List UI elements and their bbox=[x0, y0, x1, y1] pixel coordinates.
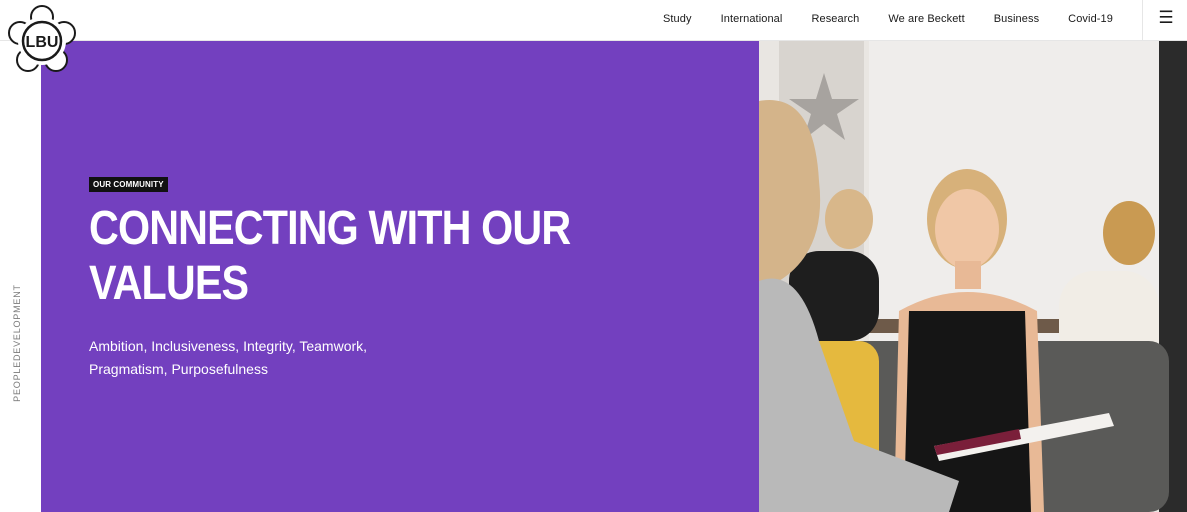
hero-subtitle: Ambition, Inclusiveness, Integrity, Team… bbox=[89, 338, 368, 377]
nav-link-business[interactable]: Business bbox=[994, 13, 1039, 25]
nav-item-international: International bbox=[721, 9, 783, 27]
nav-item-we-are-beckett: We are Beckett bbox=[888, 9, 964, 27]
side-label: PEOPLEDEVELOPMENT bbox=[12, 284, 22, 402]
nav-item-covid-19: Covid-19 bbox=[1068, 9, 1113, 27]
lbu-logo[interactable]: LBU bbox=[4, 5, 80, 79]
hero-photo bbox=[759, 41, 1187, 512]
hero-panel: OUR COMMUNITY CONNECTING WITH OUR VALUES… bbox=[41, 41, 759, 512]
eyebrow-tag: OUR COMMUNITY bbox=[89, 177, 168, 192]
rose-seal-logo: LBU bbox=[8, 5, 76, 72]
nav-link-international[interactable]: International bbox=[721, 13, 783, 25]
nav-item-business: Business bbox=[994, 9, 1039, 27]
nav-link-study[interactable]: Study bbox=[663, 13, 692, 25]
logo-text: LBU bbox=[26, 34, 59, 51]
nav-item-research: Research bbox=[811, 9, 859, 27]
main-nav: Study International Research We are Beck… bbox=[663, 0, 1113, 36]
nav-link-covid-19[interactable]: Covid-19 bbox=[1068, 13, 1113, 25]
nav-link-we-are-beckett[interactable]: We are Beckett bbox=[888, 13, 964, 25]
nav-link-research[interactable]: Research bbox=[811, 13, 859, 25]
students-photo-illustration bbox=[759, 41, 1187, 512]
hamburger-icon[interactable]: ☰ bbox=[1153, 6, 1179, 30]
hero-title: CONNECTING WITH OUR VALUES bbox=[89, 202, 571, 310]
nav-item-study: Study bbox=[663, 9, 692, 27]
nav-divider bbox=[1142, 0, 1143, 41]
top-navigation: Study International Research We are Beck… bbox=[0, 0, 1187, 41]
